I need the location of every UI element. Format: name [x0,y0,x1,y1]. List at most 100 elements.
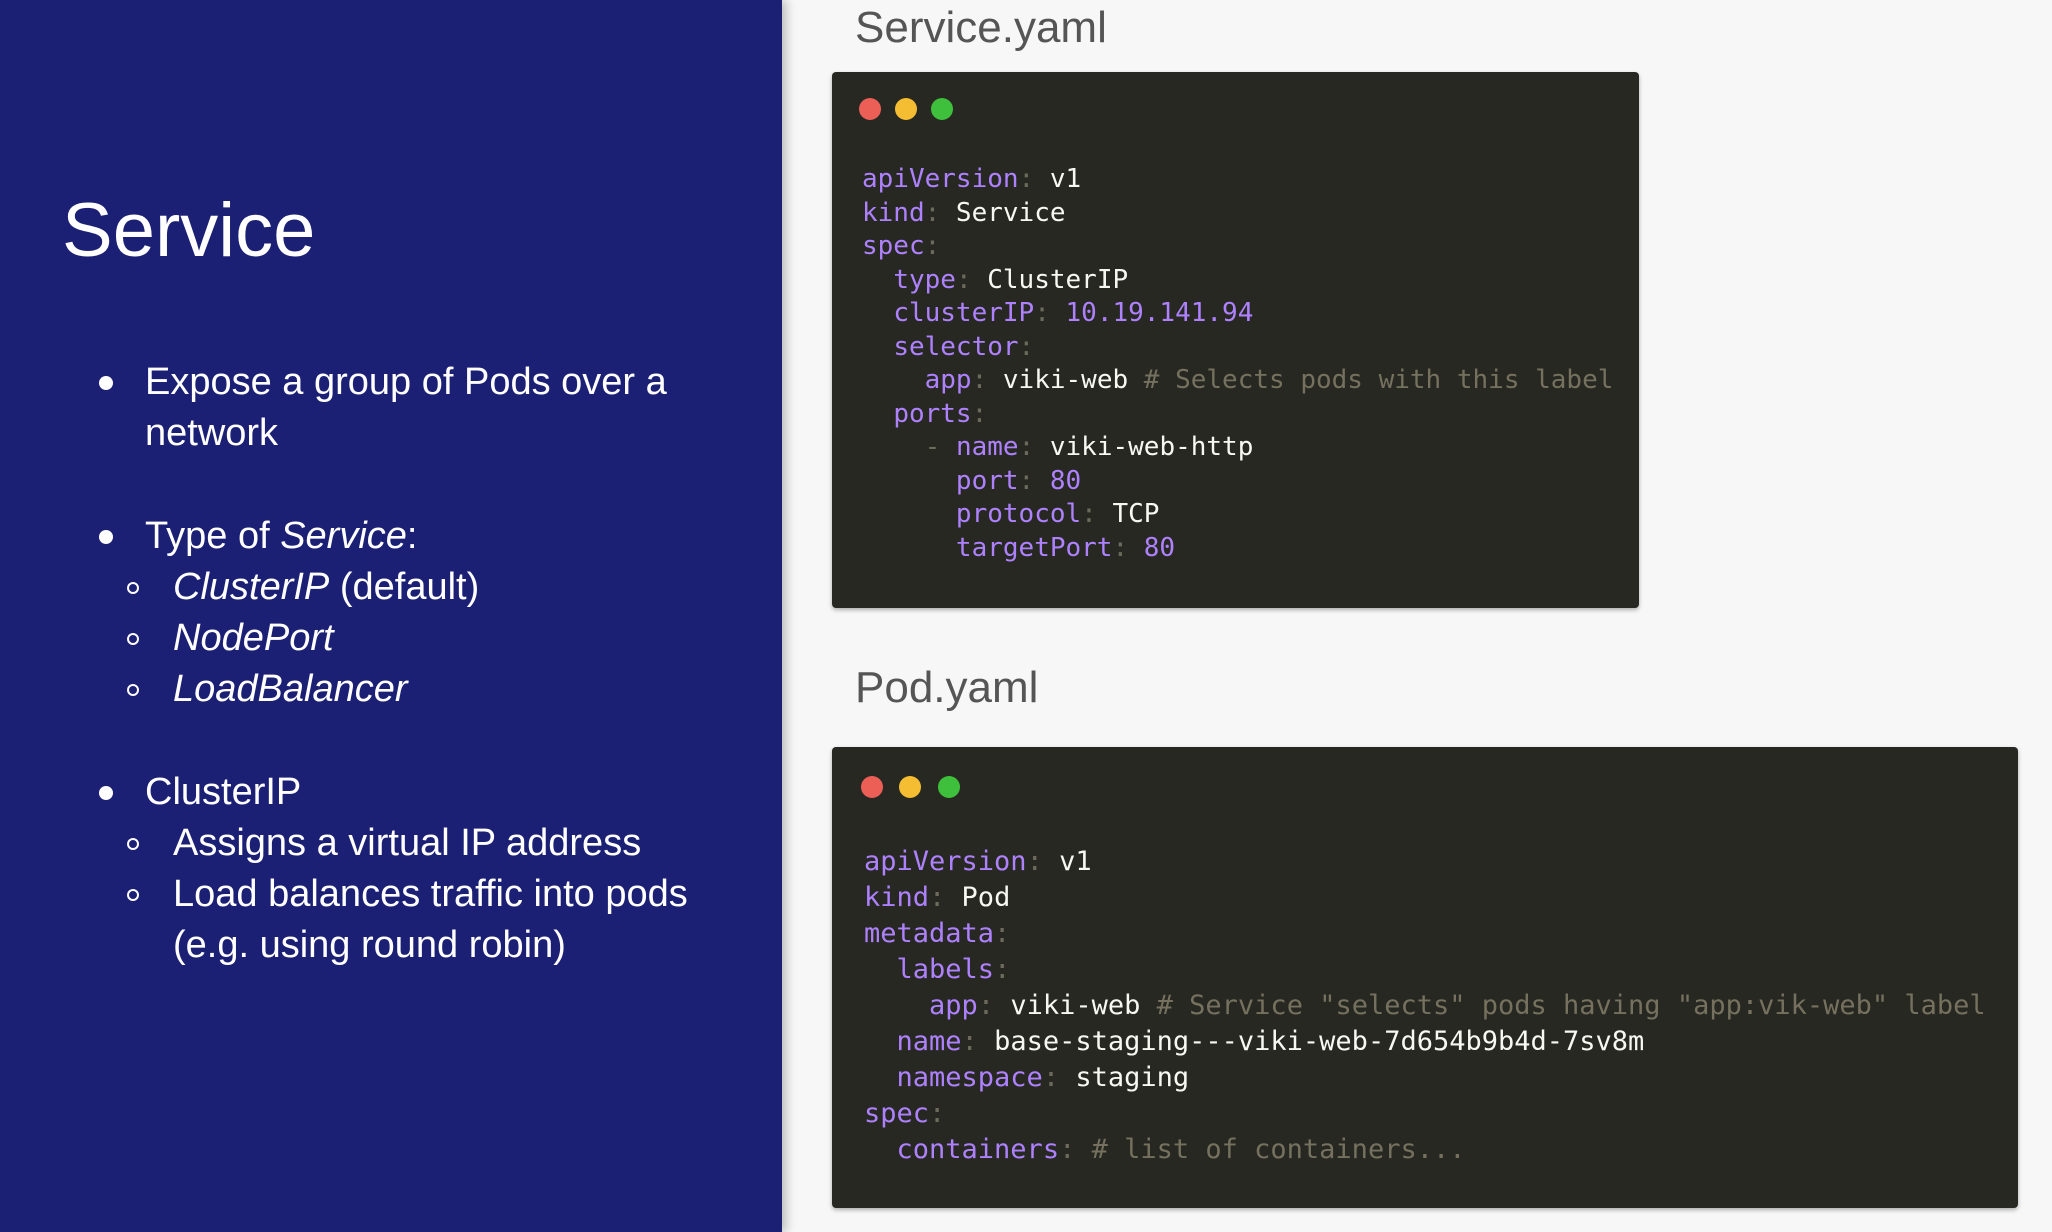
service-yaml-label: Service.yaml [855,3,1107,52]
code-colon: : [1018,331,1035,362]
code-number: 80 [1034,465,1082,496]
sub-bullet-text: (e.g. using round robin) [173,924,566,966]
code-colon: : [1018,465,1035,496]
sub-bullet-text: ClusterIP (default) [173,562,479,613]
sub-bullet-suffix: (default) [329,566,480,608]
bullet-text: network [145,412,279,454]
code-key: apiVersion [862,164,1019,194]
code-line: ports: [862,399,987,429]
code-number: 10.19.141.94 [1049,298,1254,328]
slide-title: Service [62,188,316,273]
code-colon: : [955,264,972,295]
sub-bullet-ring [127,633,139,645]
code-line: metadata: [864,918,1010,949]
code-comment: # list of containers... [1075,1134,1466,1165]
code-colon: : [929,882,946,913]
code-value: v1 [1042,846,1092,877]
code-colon: : [1034,298,1050,328]
code-line: targetPort: 80 [862,533,1175,563]
code-key: kind [864,882,930,913]
code-colon: : [1026,846,1043,877]
code-value: staging [1059,1062,1190,1093]
close-dot [861,776,883,798]
sub-bullet-ring [127,684,139,696]
code-value: Service [940,197,1066,228]
code-key: type [893,264,956,295]
code-colon: : [994,954,1011,985]
sub-bullet-italic: ClusterIP [173,566,330,608]
service-code-window: apiVersion: v1 kind: Service spec: type: C… [832,72,1639,608]
code-key: namespace [896,1062,1043,1093]
code-key: labels [896,954,995,985]
code-key: name [955,432,1019,462]
code-key: selector [893,331,1019,362]
code-line: namespace: staging [864,1062,1190,1093]
bullet-text: Type of Service: [145,511,417,562]
sub-bullet-text: Load balances traffic into pods [173,873,688,915]
code-value: viki-web [994,990,1141,1021]
sub-bullet-ring [127,889,139,901]
code-colon: : [961,1026,978,1057]
code-line: type: ClusterIP [862,265,1128,295]
bullet-dot [99,376,113,390]
sub-bullet-ring [127,582,139,594]
pod-yaml-label: Pod.yaml [855,663,1039,712]
code-key: spec [864,1098,930,1129]
minimize-dot [895,98,917,120]
code-key: app [924,365,972,395]
minimize-dot [899,776,921,798]
code-line: name: base-staging---viki-web-7d654b9b4d… [864,1026,1645,1057]
close-dot [859,98,881,120]
code-colon: : [924,231,941,261]
code-comment: # Selects pods with this label [1128,365,1614,395]
sub-bullet-text: Assigns a virtual IP address [173,822,642,864]
code-line: app: viki-web # Selects pods with this l… [862,365,1614,395]
code-line: port: 80 [862,466,1081,496]
code-key: targetPort [955,532,1113,563]
bullet-italic: Service [280,515,407,557]
code-value: ClusterIP [971,264,1129,295]
code-value: viki-web [987,365,1129,395]
code-colon: : [994,918,1011,949]
bullet-text: Expose a group of Pods over a [145,361,667,403]
code-key: containers [896,1134,1060,1165]
code-dash: - [924,432,956,462]
bullet-suffix: : [406,515,418,557]
code-line: app: viki-web # Service "selects" pods h… [864,990,1986,1021]
sub-bullet-text: NodePort [173,617,334,659]
code-colon: : [929,1098,946,1129]
code-colon: : [1059,1134,1076,1165]
bullet-dot [99,530,113,544]
code-line: - name: viki-web-http [862,432,1254,462]
code-key: name [896,1026,962,1057]
code-colon: : [1081,499,1097,529]
code-key: clusterIP [893,298,1035,328]
code-colon: : [924,197,941,228]
code-value: v1 [1034,164,1082,194]
code-value: Pod [945,882,1011,913]
code-line: apiVersion: v1 [862,164,1081,194]
code-value: viki-web-http [1034,432,1254,462]
code-line: selector: [862,332,1034,362]
code-comment: # Service "selects" pods having "app:vik… [1140,990,1986,1021]
code-key: kind [862,197,925,228]
code-line: clusterIP: 10.19.141.94 [862,298,1253,328]
code-line: labels: [864,954,1011,985]
bullet-dot [99,786,113,800]
code-key: port [955,465,1019,496]
code-colon: : [977,990,995,1021]
code-key: spec [862,231,925,261]
code-number: 80 [1128,532,1176,563]
code-line: kind: Service [862,198,1066,228]
code-colon: : [1042,1062,1060,1093]
